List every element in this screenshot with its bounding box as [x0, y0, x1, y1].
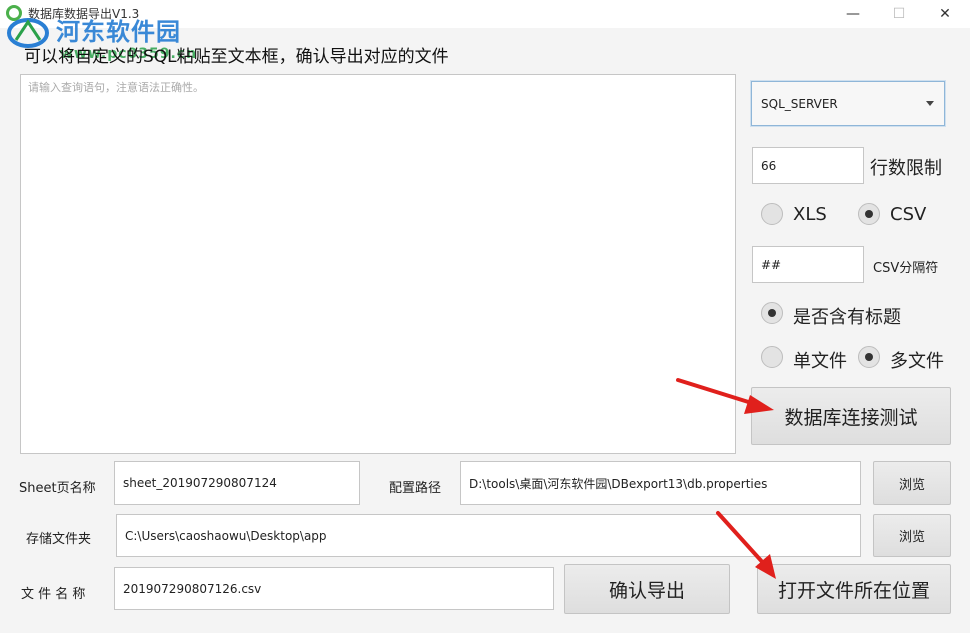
csv-label: CSV: [890, 204, 927, 225]
folder-label: 存储文件夹: [26, 532, 92, 547]
annotation-arrow-icon: [676, 378, 774, 414]
filename-input[interactable]: [114, 567, 554, 610]
has-header-radio[interactable]: [761, 302, 783, 324]
sheet-name-label: Sheet页名称: [19, 481, 96, 496]
annotation-arrow-icon: [716, 511, 776, 579]
sql-input[interactable]: [20, 74, 736, 454]
db-type-select[interactable]: SQL_SERVER: [751, 81, 945, 126]
multi-file-label: 多文件: [890, 351, 944, 372]
radio-selected-dot: [865, 353, 873, 361]
maximize-button[interactable]: ☐: [876, 0, 922, 28]
chevron-down-icon: [926, 101, 934, 106]
xls-label: XLS: [793, 204, 827, 225]
config-path-label: 配置路径: [389, 481, 442, 496]
close-button[interactable]: ✕: [922, 0, 968, 28]
db-connection-test-button[interactable]: 数据库连接测试: [751, 387, 951, 445]
csv-radio[interactable]: [858, 203, 880, 225]
has-header-label: 是否含有标题: [793, 307, 901, 328]
db-type-selected: SQL_SERVER: [761, 96, 838, 111]
single-file-label: 单文件: [793, 351, 847, 372]
row-limit-input[interactable]: [752, 147, 864, 184]
radio-selected-dot: [865, 210, 873, 218]
xls-radio[interactable]: [761, 203, 783, 225]
row-limit-label: 行数限制: [870, 158, 942, 179]
config-path-input[interactable]: [460, 461, 861, 505]
config-browse-button[interactable]: 浏览: [873, 461, 951, 505]
confirm-export-button[interactable]: 确认导出: [564, 564, 730, 614]
minimize-button[interactable]: —: [830, 0, 876, 28]
folder-browse-button[interactable]: 浏览: [873, 514, 951, 557]
csv-separator-label: CSV分隔符: [873, 261, 939, 276]
radio-selected-dot: [768, 309, 776, 317]
instruction-text: 可以将自定义的SQL粘贴至文本框，确认导出对应的文件: [24, 47, 449, 67]
sheet-name-input[interactable]: [114, 461, 360, 505]
csv-separator-input[interactable]: [752, 246, 864, 283]
filename-label: 文 件 名 称: [21, 587, 86, 602]
multi-file-radio[interactable]: [858, 346, 880, 368]
single-file-radio[interactable]: [761, 346, 783, 368]
